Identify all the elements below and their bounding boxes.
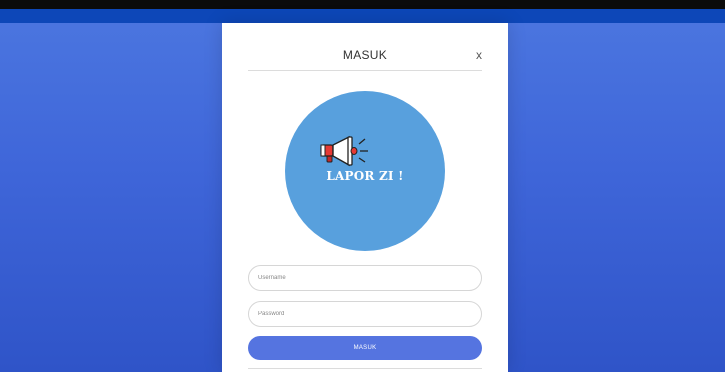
footer-divider — [248, 368, 482, 369]
username-input[interactable] — [248, 265, 482, 291]
logo: LAPOR ZI ! — [285, 91, 445, 251]
header-divider — [248, 70, 482, 71]
logo-text: LAPOR ZI ! — [326, 169, 404, 183]
top-black-strip — [0, 0, 725, 9]
login-modal: MASUK x LAPOR ZI ! MASUK — [222, 23, 508, 372]
submit-button[interactable]: MASUK — [248, 336, 482, 360]
modal-title: MASUK — [342, 48, 388, 62]
password-input[interactable] — [248, 301, 482, 327]
megaphone-icon — [320, 135, 368, 167]
top-navbar — [0, 9, 725, 23]
close-button[interactable]: x — [472, 49, 486, 63]
